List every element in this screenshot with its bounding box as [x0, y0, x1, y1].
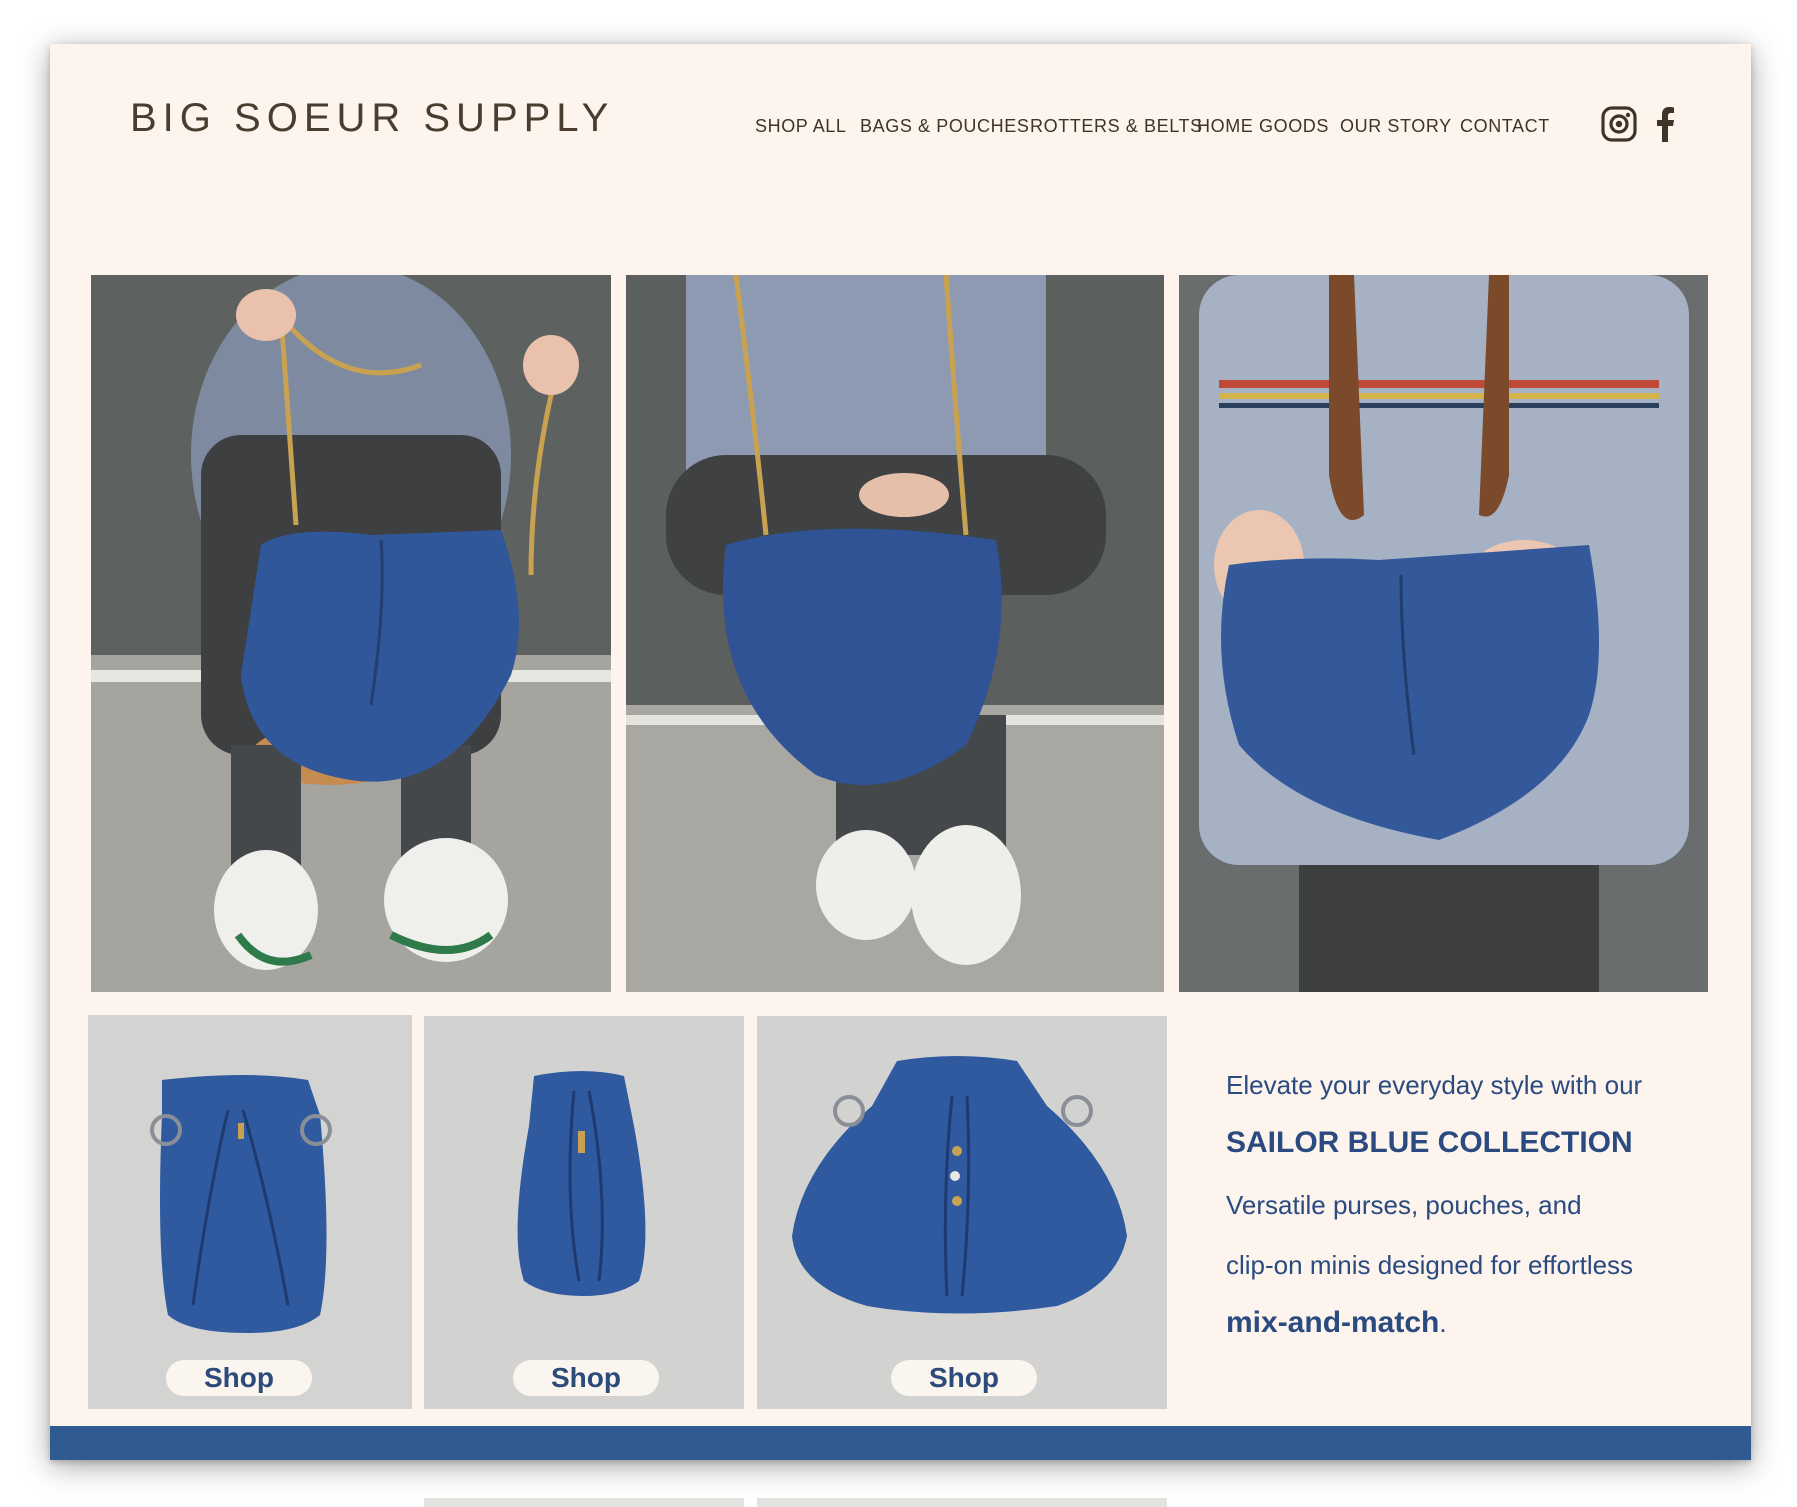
nav-contact[interactable]: CONTACT — [1460, 116, 1550, 137]
product-photo-2[interactable] — [424, 1016, 744, 1409]
hero-photo-holding-bag — [91, 275, 611, 992]
product-photo-1[interactable] — [88, 1015, 412, 1409]
nav-rotters-belts[interactable]: ROTTERS & BELTS — [1030, 116, 1203, 137]
shop-button-2[interactable]: Shop — [513, 1360, 659, 1396]
nav-bags-pouches[interactable]: BAGS & POUCHES — [860, 116, 1029, 137]
promo-line-1: Elevate your everyday style with our — [1226, 1070, 1643, 1100]
facebook-icon[interactable] — [1652, 104, 1678, 148]
below-fold-strip-1 — [424, 1498, 744, 1507]
shop-button-1[interactable]: Shop — [166, 1360, 312, 1396]
promo-emphasis: mix-and-match — [1226, 1306, 1440, 1339]
promo-line-3: Versatile purses, pouches, and — [1226, 1190, 1582, 1220]
nav-our-story[interactable]: OUR STORY — [1340, 116, 1452, 137]
nav-home-goods[interactable]: HOME GOODS — [1197, 116, 1329, 137]
footer-bar — [50, 1426, 1751, 1460]
promo-period: . — [1439, 1308, 1447, 1338]
hero-photo-shoulder-bag — [626, 275, 1164, 992]
instagram-icon[interactable] — [1600, 104, 1638, 148]
hero-photo-front-pouch — [1179, 275, 1708, 992]
promo-line-5: mix-and-match. — [1226, 1306, 1447, 1340]
shop-button-3[interactable]: Shop — [891, 1360, 1037, 1396]
product-photo-3[interactable] — [757, 1016, 1167, 1409]
promo-line-4: clip-on minis designed for effortless — [1226, 1250, 1634, 1280]
promo-collection-title: SAILOR BLUE COLLECTION — [1226, 1126, 1633, 1159]
main-nav: SHOP ALL BAGS & POUCHES ROTTERS & BELTS … — [0, 116, 1797, 140]
below-fold-strip-2 — [757, 1498, 1167, 1507]
nav-shop-all[interactable]: SHOP ALL — [755, 116, 847, 137]
